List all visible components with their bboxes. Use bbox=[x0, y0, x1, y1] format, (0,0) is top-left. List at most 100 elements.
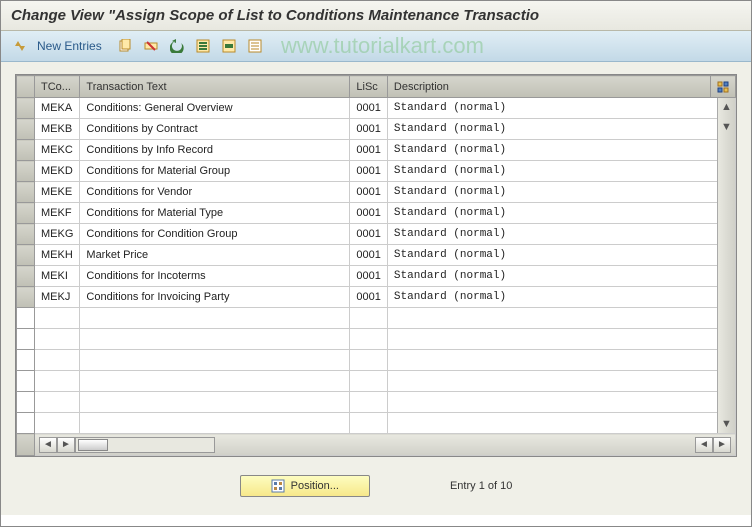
table-row[interactable]: MEKDConditions for Material Group0001Sta… bbox=[17, 161, 736, 182]
cell-tcode[interactable]: MEKD bbox=[35, 161, 80, 182]
cell-ttext[interactable]: Market Price bbox=[80, 245, 350, 266]
col-desc[interactable]: Description bbox=[387, 76, 710, 98]
cell-lisc[interactable]: 0001 bbox=[350, 266, 387, 287]
table-row[interactable]: MEKCConditions by Info Record0001Standar… bbox=[17, 140, 736, 161]
cell-tcode[interactable]: MEKC bbox=[35, 140, 80, 161]
cell-desc[interactable]: Standard (normal) bbox=[387, 245, 735, 266]
table-row-empty[interactable] bbox=[17, 308, 736, 329]
cell-ttext[interactable]: Conditions by Info Record bbox=[80, 140, 350, 161]
footer: Position... Entry 1 of 10 bbox=[1, 457, 751, 515]
deselect-icon[interactable] bbox=[244, 35, 266, 57]
cell-lisc[interactable]: 0001 bbox=[350, 140, 387, 161]
row-selector[interactable] bbox=[17, 287, 35, 308]
scroll-left-icon[interactable]: ◄ bbox=[39, 437, 57, 453]
cell-lisc[interactable]: 0001 bbox=[350, 182, 387, 203]
select-all-icon[interactable] bbox=[192, 35, 214, 57]
h-scroll-track[interactable] bbox=[75, 437, 215, 453]
cell-ttext[interactable]: Conditions for Condition Group bbox=[80, 224, 350, 245]
select-block-icon[interactable] bbox=[218, 35, 240, 57]
cell-lisc[interactable]: 0001 bbox=[350, 245, 387, 266]
scroll-up-icon[interactable]: ▲ bbox=[718, 98, 735, 116]
row-selector[interactable] bbox=[17, 182, 35, 203]
scroll-down-icon[interactable]: ▼ bbox=[718, 415, 735, 433]
cell-ttext[interactable]: Conditions for Material Group bbox=[80, 161, 350, 182]
cell-lisc[interactable]: 0001 bbox=[350, 203, 387, 224]
cell-lisc[interactable]: 0001 bbox=[350, 287, 387, 308]
data-table: TCo... Transaction Text LiSc Description… bbox=[16, 75, 736, 456]
toggle-icon[interactable] bbox=[9, 35, 31, 57]
cell-ttext[interactable]: Conditions for Incoterms bbox=[80, 266, 350, 287]
cell-tcode[interactable]: MEKI bbox=[35, 266, 80, 287]
col-lisc[interactable]: LiSc bbox=[350, 76, 387, 98]
cell-desc[interactable]: Standard (normal) bbox=[387, 98, 735, 119]
cell-desc[interactable]: Standard (normal) bbox=[387, 203, 735, 224]
row-selector[interactable] bbox=[17, 224, 35, 245]
delete-row-icon[interactable] bbox=[140, 35, 162, 57]
cell-desc[interactable]: Standard (normal) bbox=[387, 287, 735, 308]
undo-icon[interactable] bbox=[166, 35, 188, 57]
cell-ttext[interactable]: Conditions for Material Type bbox=[80, 203, 350, 224]
table-row[interactable]: MEKGConditions for Condition Group0001St… bbox=[17, 224, 736, 245]
h-scroll-thumb[interactable] bbox=[78, 439, 108, 451]
scroll-up2-icon[interactable]: ▼ bbox=[718, 118, 735, 136]
position-label: Position... bbox=[291, 480, 339, 492]
h-scroll-left: ◄ ► bbox=[39, 437, 215, 453]
col-ttext[interactable]: Transaction Text bbox=[80, 76, 350, 98]
col-config-icon[interactable] bbox=[711, 76, 736, 98]
cell-desc[interactable]: Standard (normal) bbox=[387, 224, 735, 245]
table-row[interactable]: MEKHMarket Price0001Standard (normal) bbox=[17, 245, 736, 266]
col-tcode[interactable]: TCo... bbox=[35, 76, 80, 98]
table-row[interactable]: MEKIConditions for Incoterms0001Standard… bbox=[17, 266, 736, 287]
cell-desc[interactable]: Standard (normal) bbox=[387, 119, 735, 140]
h-scroll-right: ◄ ► bbox=[695, 437, 731, 453]
position-icon bbox=[271, 479, 285, 493]
row-selector[interactable] bbox=[17, 119, 35, 140]
cell-desc[interactable]: Standard (normal) bbox=[387, 266, 735, 287]
position-button[interactable]: Position... bbox=[240, 475, 370, 497]
table-row-empty[interactable] bbox=[17, 371, 736, 392]
cell-tcode[interactable]: MEKE bbox=[35, 182, 80, 203]
table-row[interactable]: MEKEConditions for Vendor0001Standard (n… bbox=[17, 182, 736, 203]
cell-desc[interactable]: Standard (normal) bbox=[387, 182, 735, 203]
new-entries-button[interactable]: New Entries bbox=[35, 39, 110, 53]
cell-desc[interactable]: Standard (normal) bbox=[387, 161, 735, 182]
cell-tcode[interactable]: MEKA bbox=[35, 98, 80, 119]
row-selector[interactable] bbox=[17, 98, 35, 119]
table-row-empty[interactable] bbox=[17, 392, 736, 413]
row-selector[interactable] bbox=[17, 266, 35, 287]
row-selector[interactable] bbox=[17, 245, 35, 266]
cell-tcode[interactable]: MEKB bbox=[35, 119, 80, 140]
cell-ttext[interactable]: Conditions for Vendor bbox=[80, 182, 350, 203]
row-selector[interactable] bbox=[17, 161, 35, 182]
scroll-right-icon[interactable]: ► bbox=[57, 437, 75, 453]
scroll-right2-icon[interactable]: ► bbox=[713, 437, 731, 453]
row-selector[interactable] bbox=[17, 140, 35, 161]
scroll-left2-icon[interactable]: ◄ bbox=[695, 437, 713, 453]
cell-ttext[interactable]: Conditions for Invoicing Party bbox=[80, 287, 350, 308]
v-scroll: ▲ ▼ ▼ bbox=[717, 98, 735, 433]
cell-tcode[interactable]: MEKG bbox=[35, 224, 80, 245]
table-row-empty[interactable] bbox=[17, 413, 736, 434]
cell-lisc[interactable]: 0001 bbox=[350, 224, 387, 245]
table-row[interactable]: MEKBConditions by Contract0001Standard (… bbox=[17, 119, 736, 140]
table-row[interactable]: MEKFConditions for Material Type0001Stan… bbox=[17, 203, 736, 224]
cell-lisc[interactable]: 0001 bbox=[350, 98, 387, 119]
cell-tcode[interactable]: MEKF bbox=[35, 203, 80, 224]
col-selector[interactable] bbox=[17, 76, 35, 98]
table-row-empty[interactable] bbox=[17, 350, 736, 371]
table-row-empty[interactable] bbox=[17, 329, 736, 350]
table-row[interactable]: MEKAConditions: General Overview0001Stan… bbox=[17, 98, 736, 119]
table-row[interactable]: MEKJConditions for Invoicing Party0001St… bbox=[17, 287, 736, 308]
cell-lisc[interactable]: 0001 bbox=[350, 161, 387, 182]
cell-ttext[interactable]: Conditions by Contract bbox=[80, 119, 350, 140]
window-title: Change View "Assign Scope of List to Con… bbox=[1, 1, 751, 31]
cell-tcode[interactable]: MEKJ bbox=[35, 287, 80, 308]
copy-icon[interactable] bbox=[114, 35, 136, 57]
cell-ttext[interactable]: Conditions: General Overview bbox=[80, 98, 350, 119]
row-selector[interactable] bbox=[17, 203, 35, 224]
toolbar: New Entries bbox=[1, 31, 751, 62]
cell-tcode[interactable]: MEKH bbox=[35, 245, 80, 266]
entry-count: Entry 1 of 10 bbox=[450, 480, 512, 492]
cell-lisc[interactable]: 0001 bbox=[350, 119, 387, 140]
cell-desc[interactable]: Standard (normal) bbox=[387, 140, 735, 161]
